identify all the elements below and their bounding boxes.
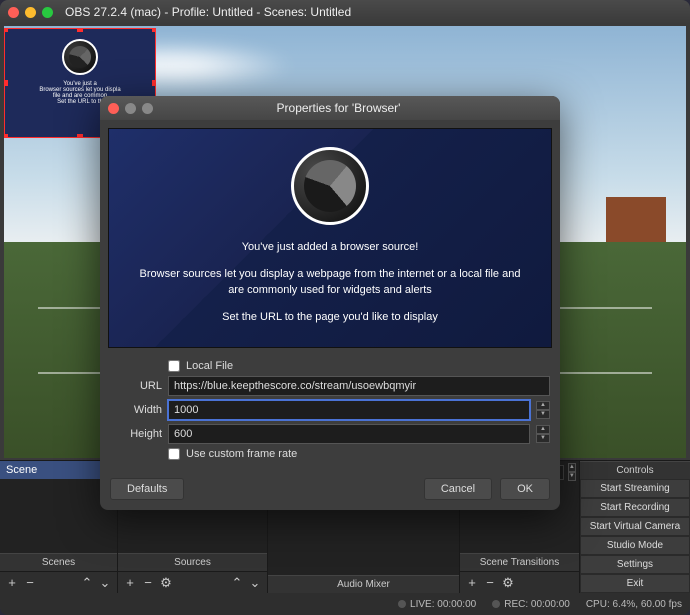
width-input[interactable] bbox=[168, 400, 530, 420]
defaults-button[interactable]: Defaults bbox=[110, 478, 184, 500]
start-recording-button[interactable]: Start Recording bbox=[580, 498, 690, 517]
spin-up[interactable]: ▲ bbox=[568, 463, 576, 472]
custom-frame-rate-label: Use custom frame rate bbox=[186, 448, 297, 460]
window-traffic-lights bbox=[8, 7, 53, 18]
dialog-close[interactable] bbox=[108, 103, 119, 114]
remove-scene-button[interactable]: − bbox=[22, 575, 38, 591]
dialog-zoom bbox=[142, 103, 153, 114]
rec-status-dot bbox=[492, 600, 500, 608]
source-props-button[interactable]: ⚙ bbox=[158, 575, 174, 591]
properties-dialog: Properties for 'Browser' You've just add… bbox=[100, 96, 560, 510]
url-input[interactable] bbox=[168, 376, 550, 396]
spin-down[interactable]: ▼ bbox=[568, 472, 576, 481]
scenes-panel-title: Scenes bbox=[0, 553, 117, 571]
preview-text-1: You've just added a browser source! bbox=[135, 239, 525, 256]
width-spin-up[interactable]: ▲ bbox=[536, 401, 550, 410]
start-virtual-camera-button[interactable]: Start Virtual Camera bbox=[580, 517, 690, 536]
transitions-panel-title: Scene Transitions bbox=[460, 553, 579, 571]
settings-button[interactable]: Settings bbox=[580, 555, 690, 574]
preview-text-2: Browser sources let you display a webpag… bbox=[135, 266, 525, 299]
local-file-label: Local File bbox=[186, 360, 233, 372]
remove-source-button[interactable]: − bbox=[140, 575, 156, 591]
source-up-button[interactable]: ⌃ bbox=[229, 575, 245, 591]
scene-up-button[interactable]: ⌃ bbox=[79, 575, 95, 591]
dialog-minimize bbox=[125, 103, 136, 114]
scene-down-button[interactable]: ⌄ bbox=[97, 575, 113, 591]
height-spin-up[interactable]: ▲ bbox=[536, 425, 550, 434]
add-scene-button[interactable]: + bbox=[4, 575, 20, 591]
live-status-dot bbox=[398, 600, 406, 608]
obs-logo-icon bbox=[291, 147, 369, 225]
mixer-panel-title: Audio Mixer bbox=[268, 575, 459, 593]
ok-button[interactable]: OK bbox=[500, 478, 550, 500]
status-bar: LIVE: 00:00:00 REC: 00:00:00 CPU: 6.4%, … bbox=[0, 593, 690, 615]
zoom-window[interactable] bbox=[42, 7, 53, 18]
close-window[interactable] bbox=[8, 7, 19, 18]
cancel-button[interactable]: Cancel bbox=[424, 478, 492, 500]
width-spin-down[interactable]: ▼ bbox=[536, 410, 550, 419]
url-label: URL bbox=[110, 380, 162, 392]
rec-status: REC: 00:00:00 bbox=[504, 599, 570, 610]
dialog-title: Properties for 'Browser' bbox=[165, 101, 512, 115]
minimize-window[interactable] bbox=[25, 7, 36, 18]
dialog-titlebar[interactable]: Properties for 'Browser' bbox=[100, 96, 560, 120]
source-down-button[interactable]: ⌄ bbox=[247, 575, 263, 591]
height-spin-down[interactable]: ▼ bbox=[536, 434, 550, 443]
start-streaming-button[interactable]: Start Streaming bbox=[580, 479, 690, 498]
dialog-preview: You've just added a browser source! Brow… bbox=[108, 128, 552, 348]
main-titlebar: OBS 27.2.4 (mac) - Profile: Untitled - S… bbox=[0, 0, 690, 24]
local-file-checkbox[interactable] bbox=[168, 360, 180, 372]
custom-frame-rate-checkbox[interactable] bbox=[168, 448, 180, 460]
scene-label: Scene bbox=[6, 464, 37, 476]
obs-logo-icon bbox=[62, 39, 98, 75]
live-status: LIVE: 00:00:00 bbox=[410, 599, 476, 610]
add-transition-button[interactable]: + bbox=[464, 575, 480, 591]
height-label: Height bbox=[110, 428, 162, 440]
exit-button[interactable]: Exit bbox=[580, 574, 690, 593]
studio-mode-button[interactable]: Studio Mode bbox=[580, 536, 690, 555]
sources-panel-title: Sources bbox=[118, 553, 267, 571]
width-label: Width bbox=[110, 404, 162, 416]
cpu-status: CPU: 6.4%, 60.00 fps bbox=[586, 599, 682, 610]
transition-settings-button[interactable]: ⚙ bbox=[500, 575, 516, 591]
remove-transition-button[interactable]: − bbox=[482, 575, 498, 591]
add-source-button[interactable]: + bbox=[122, 575, 138, 591]
height-input[interactable] bbox=[168, 424, 530, 444]
window-title: OBS 27.2.4 (mac) - Profile: Untitled - S… bbox=[65, 5, 351, 19]
controls-panel-title: Controls bbox=[580, 461, 690, 479]
preview-text-3: Set the URL to the page you'd like to di… bbox=[135, 309, 525, 326]
